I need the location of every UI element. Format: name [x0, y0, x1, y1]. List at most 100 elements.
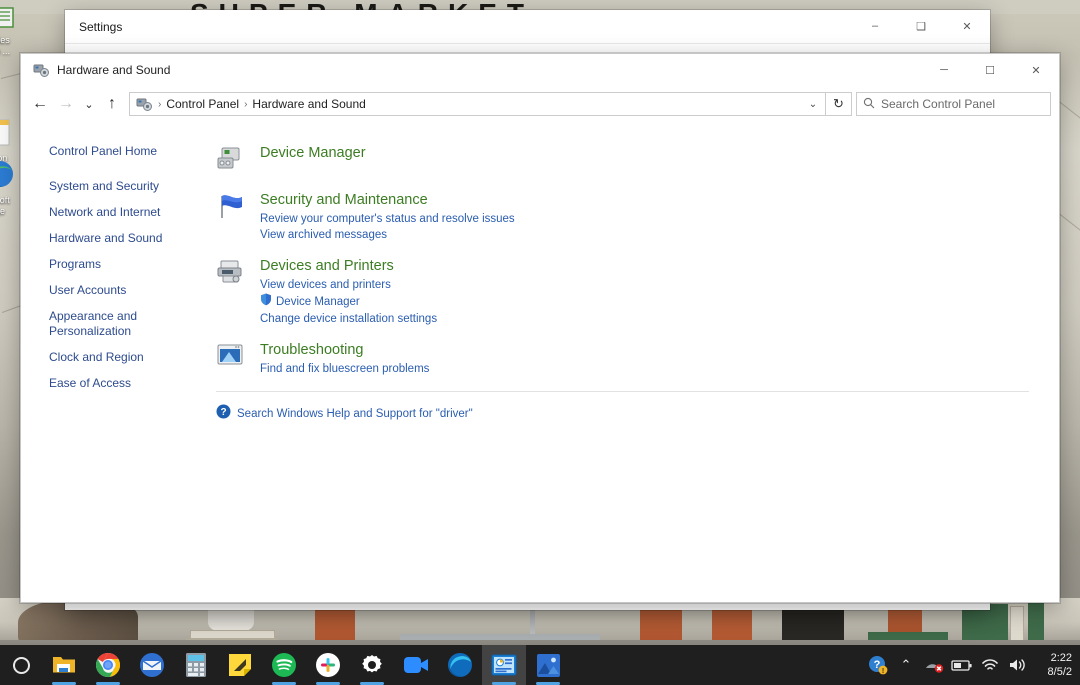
settings-titlebar[interactable]: Settings – ❑ ✕ — [65, 10, 990, 44]
main-content: Device Manager Security and Maintenance — [216, 122, 1059, 602]
network-disconnected-icon[interactable] — [920, 645, 948, 685]
category-device-manager: Device Manager — [216, 144, 1029, 177]
navigation-bar: ← → ⌄ ↑ › Control Panel › Hardware and S… — [21, 86, 1059, 122]
sidebar-item-user-accounts[interactable]: User Accounts — [49, 283, 199, 298]
breadcrumb-separator: › — [244, 98, 248, 110]
category-title-troubleshooting[interactable]: Troubleshooting — [260, 341, 429, 360]
volume-icon[interactable] — [1004, 645, 1032, 685]
sidebar-item-system-and-security[interactable]: System and Security — [49, 179, 199, 194]
address-bar[interactable]: › Control Panel › Hardware and Sound ⌄ — [129, 92, 826, 116]
svg-text:!: ! — [882, 668, 884, 675]
desktop-icon-label: ub ... — [0, 46, 10, 56]
search-box[interactable] — [856, 92, 1051, 116]
desktop-icon-label: ge — [0, 206, 5, 216]
category-text: Security and Maintenance Review your com… — [250, 191, 515, 243]
help-question-icon: ? — [216, 404, 231, 424]
control-panel-close-button[interactable]: ✕ — [1013, 54, 1059, 86]
taskbar: ?! ⌃ 2:22 8/5/2 — [0, 645, 1080, 685]
folder-icon — [0, 4, 30, 33]
taskbar-item-calculator[interactable] — [174, 645, 218, 685]
search-icon — [863, 97, 875, 112]
taskbar-item-photos[interactable] — [526, 645, 570, 685]
breadcrumb-item-control-panel[interactable]: Control Panel — [163, 96, 242, 112]
svg-text:?: ? — [220, 407, 226, 418]
help-badge-icon[interactable]: ?! — [864, 645, 892, 685]
wifi-icon[interactable] — [976, 645, 1004, 685]
control-panel-window-controls: ─ ☐ ✕ — [921, 54, 1059, 86]
link-device-manager[interactable]: Device Manager — [260, 293, 437, 311]
sidebar-item-clock-and-region[interactable]: Clock and Region — [49, 350, 199, 365]
up-button[interactable]: ↑ — [99, 91, 125, 117]
category-devices-and-printers: Devices and Printers View devices and pr… — [216, 257, 1029, 327]
help-row: ? Search Windows Help and Support for "d… — [216, 404, 1029, 424]
show-hidden-icons-chevron[interactable]: ⌃ — [892, 645, 920, 685]
category-text: Device Manager — [250, 144, 366, 177]
breadcrumb-item-hardware-and-sound[interactable]: Hardware and Sound — [249, 96, 368, 112]
desktop[interactable]: SUPER MARKET ories ub ... tion ords — [0, 0, 1080, 685]
taskbar-item-microsoft-edge[interactable] — [438, 645, 482, 685]
sidebar-item-ease-of-access[interactable]: Ease of Access — [49, 376, 199, 391]
taskbar-item-file-explorer[interactable] — [42, 645, 86, 685]
forward-button[interactable]: → — [53, 91, 79, 117]
control-panel-window[interactable]: Hardware and Sound ─ ☐ ✕ ← → ⌄ ↑ › Contr… — [20, 53, 1060, 603]
sidebar-item-hardware-and-sound[interactable]: Hardware and Sound — [49, 231, 199, 246]
clock-date: 8/5/2 — [1047, 666, 1072, 678]
taskbar-item-settings[interactable] — [350, 645, 394, 685]
back-button[interactable]: ← — [27, 91, 53, 117]
category-title-security-and-maintenance[interactable]: Security and Maintenance — [260, 191, 515, 210]
sidebar-item-network-and-internet[interactable]: Network and Internet — [49, 205, 199, 220]
link-change-device-installation-settings[interactable]: Change device installation settings — [260, 311, 437, 327]
start-button[interactable] — [0, 645, 42, 685]
category-title-devices-and-printers[interactable]: Devices and Printers — [260, 257, 437, 276]
hardware-and-sound-icon — [33, 62, 49, 78]
battery-icon[interactable] — [948, 645, 976, 685]
link-device-manager-label: Device Manager — [276, 296, 360, 308]
category-text: Troubleshooting Find and fix bluescreen … — [250, 341, 429, 377]
sidebar-item-control-panel-home[interactable]: Control Panel Home — [49, 144, 199, 159]
shield-icon — [260, 293, 272, 311]
link-view-archived-messages[interactable]: View archived messages — [260, 227, 515, 243]
link-find-and-fix-bluescreen-problems[interactable]: Find and fix bluescreen problems — [260, 361, 429, 377]
control-panel-maximize-button[interactable]: ☐ — [967, 54, 1013, 86]
desktop-icon-accessories[interactable]: ories ub ... — [0, 4, 30, 57]
control-panel-window-title: Hardware and Sound — [57, 63, 171, 77]
settings-minimize-button[interactable]: – — [852, 10, 898, 42]
link-review-computer-status[interactable]: Review your computer's status and resolv… — [260, 211, 515, 227]
control-panel-titlebar[interactable]: Hardware and Sound ─ ☐ ✕ — [21, 54, 1059, 86]
refresh-button[interactable]: ↻ — [826, 92, 852, 116]
taskbar-item-control-panel[interactable] — [482, 645, 526, 685]
taskbar-item-spotify[interactable] — [262, 645, 306, 685]
taskbar-item-zoom[interactable] — [394, 645, 438, 685]
sidebar: Control Panel Home System and Security N… — [21, 122, 216, 602]
content-divider — [216, 391, 1029, 392]
desktop-icon-label: osoft — [0, 195, 10, 205]
printer-icon — [216, 257, 250, 327]
taskbar-item-slack[interactable] — [306, 645, 350, 685]
search-input[interactable] — [881, 97, 1044, 111]
sidebar-item-programs[interactable]: Programs — [49, 257, 199, 272]
category-security-and-maintenance: Security and Maintenance Review your com… — [216, 191, 1029, 243]
sidebar-item-appearance-and-personalization[interactable]: Appearance and Personalization — [49, 309, 199, 339]
security-flag-icon — [216, 191, 250, 243]
taskbar-clock[interactable]: 2:22 8/5/2 — [1032, 651, 1078, 679]
start-ring-icon — [12, 656, 30, 674]
link-view-devices-and-printers[interactable]: View devices and printers — [260, 277, 437, 293]
category-title-device-manager[interactable]: Device Manager — [260, 144, 366, 163]
control-panel-minimize-button[interactable]: ─ — [921, 54, 967, 86]
taskbar-item-google-chrome[interactable] — [86, 645, 130, 685]
taskbar-item-mail[interactable] — [130, 645, 174, 685]
taskbar-item-sticky-notes[interactable] — [218, 645, 262, 685]
breadcrumb-hardware-icon — [136, 96, 152, 112]
recent-locations-button[interactable]: ⌄ — [79, 91, 99, 117]
control-panel-body: Control Panel Home System and Security N… — [21, 122, 1059, 602]
category-text: Devices and Printers View devices and pr… — [250, 257, 437, 327]
settings-window-title: Settings — [79, 20, 123, 34]
category-troubleshooting: Troubleshooting Find and fix bluescreen … — [216, 341, 1029, 377]
settings-maximize-button[interactable]: ❑ — [898, 10, 944, 42]
help-search-link[interactable]: Search Windows Help and Support for "dri… — [237, 408, 473, 420]
settings-close-button[interactable]: ✕ — [944, 10, 990, 42]
breadcrumb-separator: › — [158, 98, 162, 110]
device-manager-icon — [216, 144, 250, 177]
wallpaper-books — [190, 630, 275, 639]
chevron-down-icon[interactable]: ⌄ — [803, 93, 823, 115]
